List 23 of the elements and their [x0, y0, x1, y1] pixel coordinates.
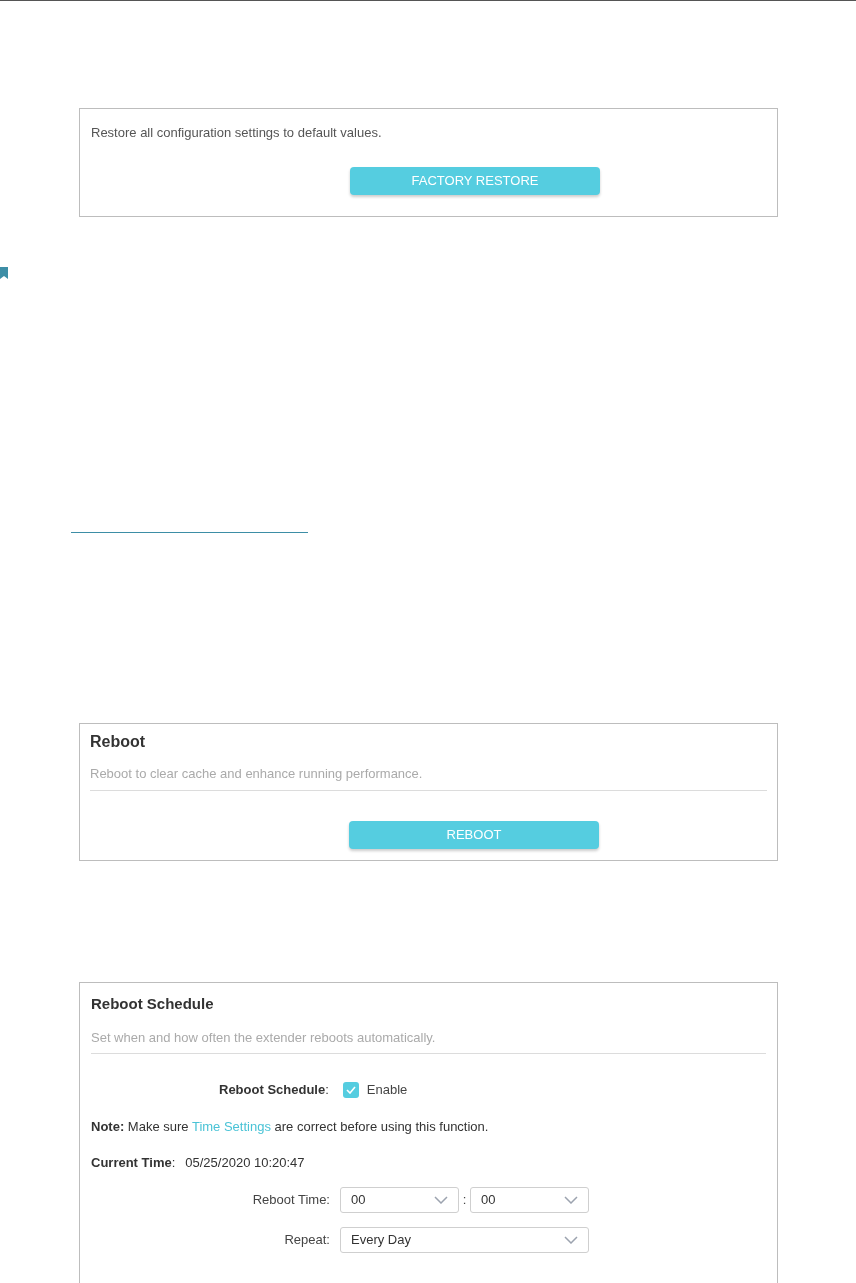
- dropdown[interactable]: 00: [340, 1186, 459, 1213]
- check-icon: [345, 1085, 356, 1094]
- description: Reboot to clear cache and enhance running performance.: [90, 764, 767, 791]
- description: Set when and how often the extender reboots automatically.: [91, 1027, 766, 1054]
- separator: :: [461, 1190, 468, 1209]
- dropdown[interactable]: 00: [470, 1186, 589, 1213]
- current-time-value: 05/25/2020 10:20:47: [185, 1154, 305, 1172]
- chevron-down-icon: [434, 1195, 448, 1204]
- enable-checkbox[interactable]: [342, 1081, 359, 1098]
- field-label: Repeat:: [283, 1230, 331, 1249]
- field-label: Current Time: [91, 1154, 172, 1172]
- chevron-down-icon: [564, 1195, 578, 1204]
- description: Restore all configuration settings to default values.: [91, 124, 383, 142]
- panel-title: Reboot Schedule: [91, 994, 215, 1014]
- chevron-down-icon: [564, 1235, 578, 1244]
- colon: :: [171, 1154, 176, 1172]
- bookmark-icon: [0, 267, 8, 279]
- panel-title: Reboot: [90, 732, 147, 752]
- note-text: Note: Make sure Time Settings are correct before using this function.: [91, 1117, 490, 1136]
- enable-label: Enable: [366, 1081, 408, 1099]
- field-label: Reboot Time:: [251, 1190, 331, 1209]
- dropdown[interactable]: Every Day: [340, 1226, 589, 1253]
- colon: :: [325, 1081, 329, 1099]
